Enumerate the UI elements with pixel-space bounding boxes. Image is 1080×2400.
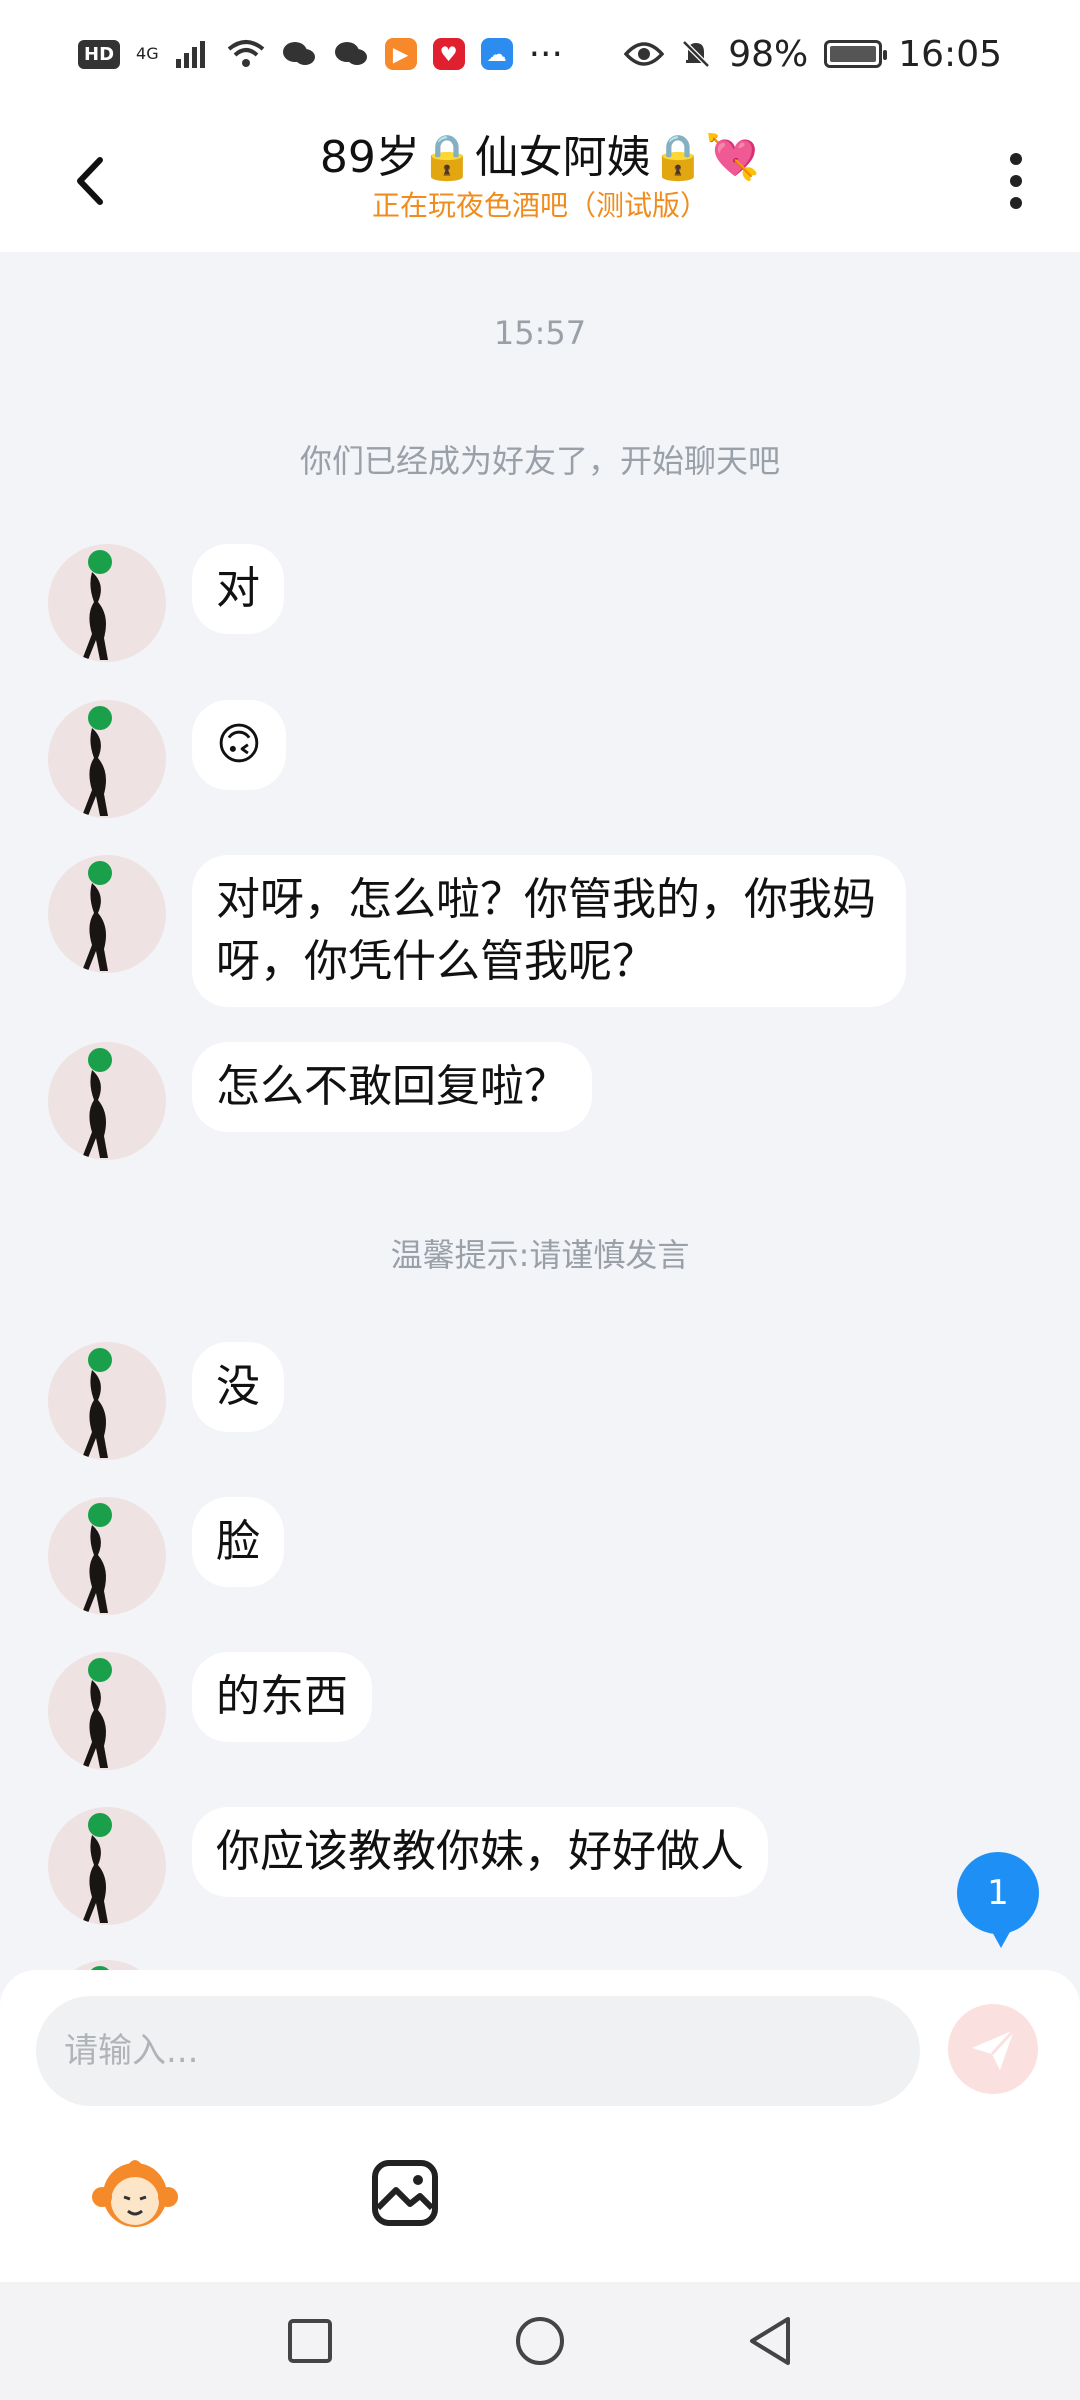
message-row: 对 xyxy=(48,544,284,662)
back-button[interactable] xyxy=(58,146,128,216)
back-icon xyxy=(77,157,103,205)
friend-notice: 你们已经成为好友了，开始聊天吧 xyxy=(299,442,780,480)
message-bubble[interactable]: 脸 xyxy=(192,1497,284,1587)
emoji-mascot-icon xyxy=(92,2160,178,2227)
mute-bell-icon xyxy=(680,38,712,70)
nav-back-icon[interactable] xyxy=(746,2315,794,2367)
message-row: 你应该教教你妹，好好做人 xyxy=(48,1807,768,1925)
avatar[interactable] xyxy=(48,700,166,818)
message-bubble[interactable]: 你应该教教你妹，好好做人 xyxy=(192,1807,768,1897)
avatar[interactable] xyxy=(48,1960,166,1970)
hd-icon: HD xyxy=(78,39,121,69)
status-left: HD 4G ▶ ♥ ☁ ··· xyxy=(78,34,563,75)
message-bubble[interactable]: 没 xyxy=(192,1342,284,1432)
chat-subtitle[interactable]: 正在玩夜色酒吧（测试版） xyxy=(200,186,880,226)
message-row: 的东西 xyxy=(48,1652,372,1770)
message-bubble[interactable]: 对呀，怎么啦？你管我的，你我妈呀，你凭什么管我呢？ xyxy=(192,855,906,1007)
message-row: 没 xyxy=(48,1342,284,1460)
more-vert-dot xyxy=(1010,175,1022,187)
avatar[interactable] xyxy=(48,1042,166,1160)
message-row-partial xyxy=(48,1960,166,1970)
chat-message-list[interactable]: 15:57 你们已经成为好友了，开始聊天吧 对 🙃 对呀，怎么啦？你管我的，你我… xyxy=(0,252,1080,1970)
warning-tip: 温馨提示:请谨慎发言 xyxy=(390,1236,690,1274)
eye-icon xyxy=(624,40,665,68)
avatar[interactable] xyxy=(48,855,166,973)
message-row: 对呀，怎么啦？你管我的，你我妈呀，你凭什么管我呢？ xyxy=(48,855,906,1007)
chat-header: 89岁🔒仙女阿姨🔒💘 正在玩夜色酒吧（测试版） xyxy=(0,108,1080,252)
timestamp: 15:57 xyxy=(493,314,587,352)
nav-recent-icon[interactable] xyxy=(286,2317,334,2365)
more-vert-icon xyxy=(1010,153,1022,165)
avatar[interactable] xyxy=(48,1497,166,1615)
avatar[interactable] xyxy=(48,1652,166,1770)
chat-title: 89岁🔒仙女阿姨🔒💘 xyxy=(319,132,761,183)
wifi-icon xyxy=(227,39,265,69)
unread-count-badge[interactable]: 1 xyxy=(957,1852,1039,1948)
message-bubble-emoji[interactable]: 🙃 xyxy=(192,700,286,790)
cloud-app-icon: ☁ xyxy=(480,38,513,70)
avatar[interactable] xyxy=(48,1342,166,1460)
wechat-icon xyxy=(281,39,317,69)
message-row: 怎么不敢回复啦？ xyxy=(48,1042,592,1160)
nav-home-icon[interactable] xyxy=(514,2315,566,2367)
message-bubble[interactable]: 对 xyxy=(192,544,284,634)
header-title-block: 89岁🔒仙女阿姨🔒💘 正在玩夜色酒吧（测试版） xyxy=(200,130,880,226)
message-row: 🙃 xyxy=(48,700,286,818)
status-bar: HD 4G ▶ ♥ ☁ ··· 98% 16:05 xyxy=(0,0,1080,108)
status-right: 98% 16:05 xyxy=(624,34,1002,75)
image-picker-button[interactable] xyxy=(360,2148,450,2238)
battery-percent: 98% xyxy=(728,33,809,75)
more-notifications: ··· xyxy=(528,33,563,75)
system-nav-bar xyxy=(0,2282,1080,2400)
more-vert-dot xyxy=(1010,197,1022,209)
avatar[interactable] xyxy=(48,1807,166,1925)
input-panel xyxy=(0,1970,1080,2282)
battery-icon xyxy=(824,40,888,68)
clock: 16:05 xyxy=(898,33,1002,75)
heart-app-icon: ♥ xyxy=(432,38,465,70)
signal-icon xyxy=(175,39,211,69)
more-options-button[interactable] xyxy=(992,146,1040,216)
send-button[interactable] xyxy=(948,2004,1038,2094)
message-bubble[interactable]: 的东西 xyxy=(192,1652,372,1742)
image-icon xyxy=(372,2160,438,2226)
message-bubble[interactable]: 怎么不敢回复啦？ xyxy=(192,1042,592,1132)
message-input[interactable] xyxy=(36,1996,920,2106)
message-row: 脸 xyxy=(48,1497,284,1615)
video-app-icon: ▶ xyxy=(384,38,417,70)
wechat-icon-2 xyxy=(333,39,369,69)
network-type: 4G xyxy=(136,44,159,63)
emoji-sticker-button[interactable] xyxy=(90,2148,180,2238)
upside-down-face-emoji: 🙃 xyxy=(216,719,262,770)
send-icon xyxy=(972,2028,1016,2070)
avatar[interactable] xyxy=(48,544,166,662)
